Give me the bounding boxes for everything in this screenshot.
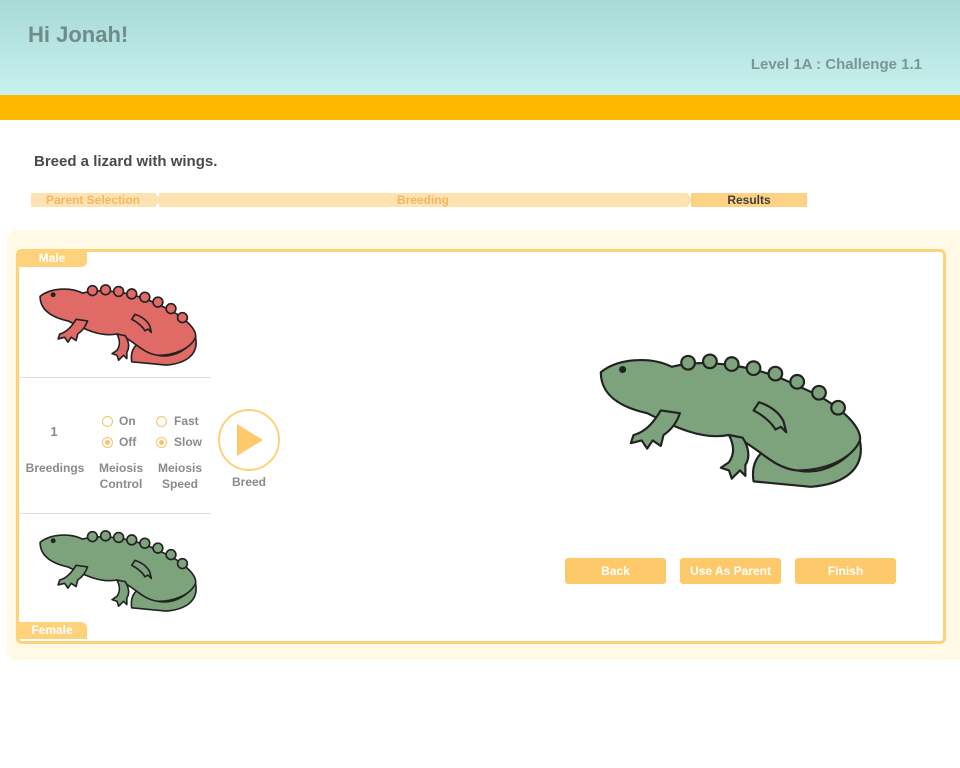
breed-button[interactable] (218, 409, 280, 471)
male-tab: Male (17, 250, 87, 267)
finish-button[interactable]: Finish (795, 558, 896, 584)
meiosis-speed-label: Meiosis Speed (157, 461, 202, 491)
step-results: Results (691, 193, 807, 207)
greeting-text: Hi Jonah! (28, 22, 129, 47)
offspring-lizard-image (599, 353, 862, 488)
use-as-parent-button[interactable]: Use As Parent (680, 558, 781, 584)
meiosis-speed-fast-radio[interactable] (156, 416, 167, 427)
female-tab: Female (17, 622, 87, 639)
accent-bar (0, 95, 960, 120)
step-parent-selection: Parent Selection (31, 193, 155, 207)
breedings-label: Breedings (25, 461, 85, 475)
meiosis-speed-slow-label: Slow (174, 435, 203, 449)
challenge-instruction: Breed a lizard with wings. (34, 153, 218, 170)
meiosis-control-off-radio[interactable] (102, 437, 113, 448)
step-progress: Parent Selection Breeding Results (31, 193, 807, 207)
meiosis-control-on-label: On (119, 414, 136, 428)
meiosis-control-off-label: Off (119, 435, 137, 449)
breedings-count: 1 (50, 424, 58, 439)
level-indicator: Level 1A : Challenge 1.1 (750, 56, 922, 73)
meiosis-speed-fast-label: Fast (174, 414, 199, 428)
header-banner (0, 0, 960, 95)
meiosis-control-on-radio[interactable] (102, 416, 113, 427)
meiosis-control-label: Meiosis Control (98, 461, 143, 491)
step-breeding: Breeding (159, 193, 687, 207)
play-icon (237, 424, 263, 456)
meiosis-speed-slow-radio[interactable] (156, 437, 167, 448)
male-lizard-image[interactable] (30, 280, 204, 370)
breed-label: Breed (231, 475, 266, 489)
female-lizard-image[interactable] (30, 526, 204, 616)
back-button[interactable]: Back (565, 558, 666, 584)
divider (20, 513, 211, 514)
divider (20, 377, 211, 378)
